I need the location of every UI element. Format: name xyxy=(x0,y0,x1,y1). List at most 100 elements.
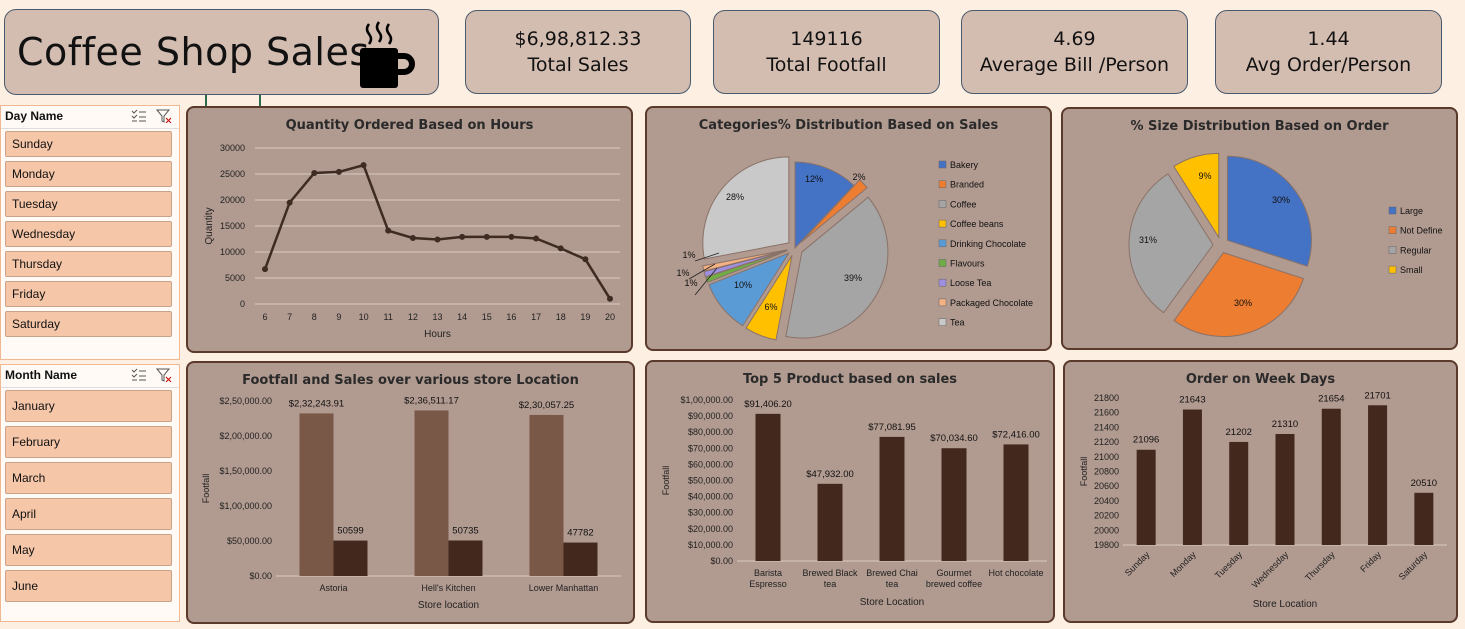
data-label: 50599 xyxy=(337,526,363,537)
data-point xyxy=(311,169,318,176)
dashboard-title: Coffee Shop Sales xyxy=(17,30,370,74)
data-label: 21643 xyxy=(1179,395,1205,406)
data-label: 12% xyxy=(805,174,823,184)
x-axis-label: Hours xyxy=(424,329,451,340)
data-label: $2,32,243.91 xyxy=(289,398,344,409)
x-axis-label: Store Location xyxy=(1253,599,1318,610)
multi-select-icon[interactable] xyxy=(131,368,147,382)
kpi-value: 149116 xyxy=(790,28,863,50)
slicer-item-june[interactable]: June xyxy=(5,570,172,602)
legend-swatch xyxy=(938,200,947,208)
clear-filter-icon[interactable] xyxy=(156,368,172,382)
slicer-header: Month Name xyxy=(1,365,179,388)
x-axis-label: Store Location xyxy=(860,597,925,608)
legend-swatch xyxy=(938,160,947,169)
slicer-item-friday[interactable]: Friday xyxy=(5,281,172,307)
kpi-label: Avg Order/Person xyxy=(1245,54,1412,76)
bar xyxy=(1003,444,1029,561)
top-products-panel: Top 5 Product based on sales $0.00 $10,00… xyxy=(645,360,1055,623)
x-tick-label: Brewed Black xyxy=(802,568,858,578)
slicer-item-april[interactable]: April xyxy=(5,498,172,530)
legend-label: Loose Tea xyxy=(950,278,991,288)
x-tick-label: 19 xyxy=(580,312,590,322)
multi-select-icon[interactable] xyxy=(131,109,147,123)
slicer-item-saturday[interactable]: Saturday xyxy=(5,311,172,337)
bar xyxy=(1182,409,1202,545)
x-tick-label: Hot chocolate xyxy=(988,568,1043,578)
legend-label: Drinking Chocolate xyxy=(950,239,1026,249)
legend-swatch xyxy=(1388,246,1397,254)
legend-label: Large xyxy=(1400,206,1423,216)
slicer-item-may[interactable]: May xyxy=(5,534,172,566)
slicer-item-tuesday[interactable]: Tuesday xyxy=(5,191,172,217)
bar xyxy=(448,540,483,576)
data-label: 9% xyxy=(1198,171,1211,181)
pie-slice-large xyxy=(1226,155,1312,267)
bar xyxy=(563,542,598,576)
data-label: $2,36,511.17 xyxy=(404,395,459,406)
data-point xyxy=(434,236,441,243)
data-point xyxy=(335,168,342,175)
slicer-item-monday[interactable]: Monday xyxy=(5,161,172,187)
bar xyxy=(1368,405,1388,545)
y-axis-label: Quantity xyxy=(204,207,215,244)
data-point xyxy=(508,233,515,240)
slicer-item-wednesday[interactable]: Wednesday xyxy=(5,221,172,247)
x-tick-label: 17 xyxy=(531,312,541,322)
data-label: 28% xyxy=(726,192,744,202)
legend-swatch xyxy=(938,219,947,228)
bar xyxy=(1414,492,1434,545)
day-name-slicer: Day Name Sunday Monday Tuesday Wednesday Thu… xyxy=(0,105,180,360)
series-line xyxy=(263,163,612,300)
y-tick-label: $50,000.00 xyxy=(688,476,733,486)
y-tick-label: $70,000.00 xyxy=(688,443,733,453)
data-point xyxy=(459,233,466,240)
slicer-item-sunday[interactable]: Sunday xyxy=(5,131,172,157)
data-point xyxy=(286,199,293,206)
y-tick-label: 20000 xyxy=(220,195,245,205)
kpi-total-sales: $6,98,812.33 Total Sales xyxy=(465,10,691,94)
legend-label: Flavours xyxy=(950,259,985,269)
slicer-item-march[interactable]: March xyxy=(5,462,172,494)
legend-label: Coffee xyxy=(950,199,976,209)
data-label: 10% xyxy=(734,280,752,290)
x-tick-label: 8 xyxy=(312,312,317,322)
x-tick-label: 18 xyxy=(556,312,566,322)
legend-swatch xyxy=(938,298,947,307)
data-point xyxy=(385,227,392,234)
y-tick-label: $0.00 xyxy=(249,571,272,581)
y-tick-label: 10000 xyxy=(220,247,245,257)
x-tick-label: 10 xyxy=(359,312,369,322)
bar xyxy=(333,540,368,576)
y-tick-label: $10,000.00 xyxy=(688,540,733,550)
weekday-orders-chart: 19800 20000 20200 20400 20600 20800 21000 21200… xyxy=(1079,390,1447,610)
y-tick-label: 5000 xyxy=(225,273,245,283)
x-tick-label: 6 xyxy=(262,312,267,322)
x-tick-label: Sunday xyxy=(1123,549,1152,578)
y-tick-label: 21800 xyxy=(1094,393,1119,403)
data-label: 30% xyxy=(1272,195,1290,205)
data-label: 50735 xyxy=(452,525,478,536)
bar xyxy=(1229,441,1249,545)
data-label: 1% xyxy=(684,278,697,288)
kpi-value: $6,98,812.33 xyxy=(514,28,642,50)
legend-label: Regular xyxy=(1400,245,1432,255)
y-tick-label: 25000 xyxy=(220,169,245,179)
slicer-item-january[interactable]: January xyxy=(5,390,172,422)
data-label: 21310 xyxy=(1272,419,1298,430)
legend-swatch xyxy=(938,259,947,267)
legend-label: Small xyxy=(1400,265,1423,275)
clear-filter-icon[interactable] xyxy=(156,109,172,123)
slicer-item-thursday[interactable]: Thursday xyxy=(5,251,172,277)
slicer-item-february[interactable]: February xyxy=(5,426,172,458)
bar xyxy=(1136,449,1156,545)
data-label: 47782 xyxy=(567,528,593,539)
legend-label: Bakery xyxy=(950,160,979,170)
x-tick-label: 14 xyxy=(457,312,467,322)
y-tick-label: $90,000.00 xyxy=(688,411,733,421)
x-tick-label: 9 xyxy=(336,312,341,322)
x-tick-label: Saturday xyxy=(1397,549,1430,582)
coffee-cup-icon xyxy=(360,21,415,88)
y-tick-label: $2,50,000.00 xyxy=(219,396,272,406)
data-label: $77,081.95 xyxy=(868,422,916,433)
